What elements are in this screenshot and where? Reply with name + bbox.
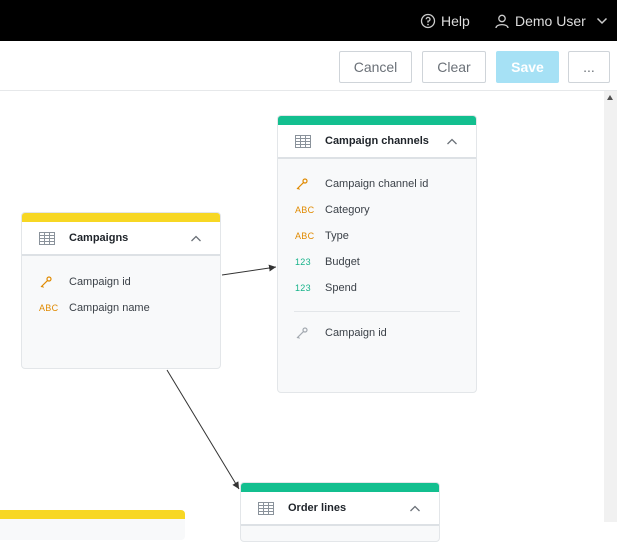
table-card-campaign-channels[interactable]: Campaign channels Campaign channel id AB… [277, 115, 477, 393]
string-type-icon: ABC [39, 303, 59, 313]
field-label: Campaign name [69, 302, 150, 314]
field-divider [294, 311, 460, 312]
field-label: Campaign id [69, 276, 131, 288]
diagram-canvas[interactable]: Campaign channels Campaign channel id AB… [0, 91, 604, 542]
key-icon [40, 275, 52, 288]
card-header[interactable]: Campaign channels [278, 125, 476, 159]
field-label: Spend [325, 282, 357, 294]
chevron-up-icon[interactable] [446, 137, 458, 147]
table-grid-icon [258, 502, 274, 515]
help-link[interactable]: Help [420, 0, 470, 41]
scroll-up-arrow-icon[interactable] [607, 95, 613, 100]
chevron-up-icon[interactable] [409, 504, 421, 514]
clear-button[interactable]: Clear [422, 51, 486, 83]
table-card-campaigns[interactable]: Campaigns Campaign id ABC Campaign name [21, 212, 221, 369]
relation-campaigns-to-channels [221, 264, 277, 276]
card-header[interactable]: Campaigns [22, 222, 220, 256]
table-grid-icon [39, 232, 55, 245]
field-row[interactable]: 123 Spend [278, 279, 476, 297]
field-row[interactable]: ABC Category [278, 201, 476, 219]
key-icon [296, 177, 308, 190]
table-card-partial[interactable] [0, 510, 185, 540]
card-accent-bar [241, 483, 439, 492]
help-circle-icon [420, 13, 436, 28]
user-name: Demo User [515, 12, 586, 29]
user-menu[interactable]: Demo User [494, 0, 609, 41]
field-row[interactable]: Campaign channel id [278, 175, 476, 193]
cancel-button[interactable]: Cancel [339, 51, 412, 83]
field-label: Type [325, 230, 349, 242]
field-label: Budget [325, 256, 360, 268]
field-row[interactable]: 123 Budget [278, 253, 476, 271]
field-label: Campaign id [325, 327, 387, 339]
field-row[interactable]: ABC Type [278, 227, 476, 245]
foreign-field-row[interactable]: Campaign id [278, 324, 476, 342]
vertical-scrollbar[interactable] [604, 91, 617, 522]
chevron-down-icon [596, 17, 607, 24]
card-accent-bar [0, 510, 185, 519]
user-icon [495, 14, 509, 28]
chevron-up-icon[interactable] [190, 234, 202, 244]
field-row[interactable]: ABC Campaign name [22, 299, 220, 317]
help-label: Help [441, 12, 470, 29]
foreign-key-icon [296, 326, 308, 339]
more-options-button[interactable]: ... [568, 51, 610, 83]
number-type-icon: 123 [295, 257, 311, 267]
string-type-icon: ABC [295, 205, 315, 215]
card-accent-bar [22, 213, 220, 222]
card-title: Order lines [288, 502, 347, 514]
top-navigation-bar: Help Demo User [0, 0, 617, 41]
relation-campaigns-to-order-lines [166, 369, 240, 490]
table-grid-icon [295, 135, 311, 148]
card-header[interactable]: Order lines [241, 492, 439, 526]
field-label: Category [325, 204, 370, 216]
card-title: Campaign channels [325, 135, 429, 147]
field-row[interactable]: Campaign id [22, 273, 220, 291]
editor-toolbar: Cancel Clear Save ... [0, 41, 617, 91]
field-label: Campaign channel id [325, 178, 429, 190]
number-type-icon: 123 [295, 283, 311, 293]
save-button[interactable]: Save [496, 51, 559, 83]
card-title: Campaigns [69, 232, 129, 244]
card-accent-bar [278, 116, 476, 125]
string-type-icon: ABC [295, 231, 315, 241]
table-card-order-lines[interactable]: Order lines [240, 482, 440, 542]
